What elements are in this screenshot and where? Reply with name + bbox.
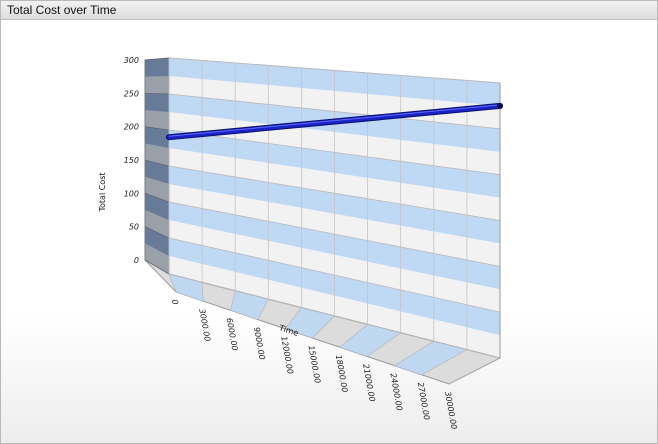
chart-window: Total Cost over Time 0 50 100 150 200 250 300 0… xyxy=(0,0,658,444)
x-tick-label: 15000.00 xyxy=(307,345,322,384)
y-axis-title: Total Cost xyxy=(98,172,107,212)
y-tick-label: 100 xyxy=(124,189,139,198)
y-tick-label: 0 xyxy=(134,256,139,265)
x-tick-label: 18000.00 xyxy=(334,354,349,393)
x-tick-label: 3000.00 xyxy=(197,308,212,342)
y-tick-label: 150 xyxy=(124,156,139,165)
plot-area: 0 50 100 150 200 250 300 0 3000.00 6000.00 9000.00… xyxy=(1,20,657,443)
chart-svg: 0 50 100 150 200 250 300 0 3000.00 6000.00 9000.00… xyxy=(98,56,503,430)
band-side xyxy=(145,58,169,77)
x-tick-label: 24000.00 xyxy=(388,372,403,411)
band-side xyxy=(145,93,169,112)
title-bar: Total Cost over Time xyxy=(1,1,657,20)
x-tick-label: 6000.00 xyxy=(225,317,240,351)
x-tick-label: 27000.00 xyxy=(416,382,431,421)
x-tick-label: 0 xyxy=(170,299,180,306)
y-tick-label: 200 xyxy=(124,123,139,132)
window-title: Total Cost over Time xyxy=(7,3,117,17)
x-tick-label: 21000.00 xyxy=(361,363,376,402)
x-tick-label: 9000.00 xyxy=(252,326,267,360)
x-tick-label: 12000.00 xyxy=(279,336,294,375)
y-tick-label: 250 xyxy=(124,89,139,98)
chart-walls xyxy=(144,57,502,385)
series-end-point xyxy=(497,102,503,109)
y-tick-label: 50 xyxy=(129,223,139,232)
x-tick-label: 30000.00 xyxy=(443,391,458,430)
y-tick-label: 300 xyxy=(124,56,139,65)
